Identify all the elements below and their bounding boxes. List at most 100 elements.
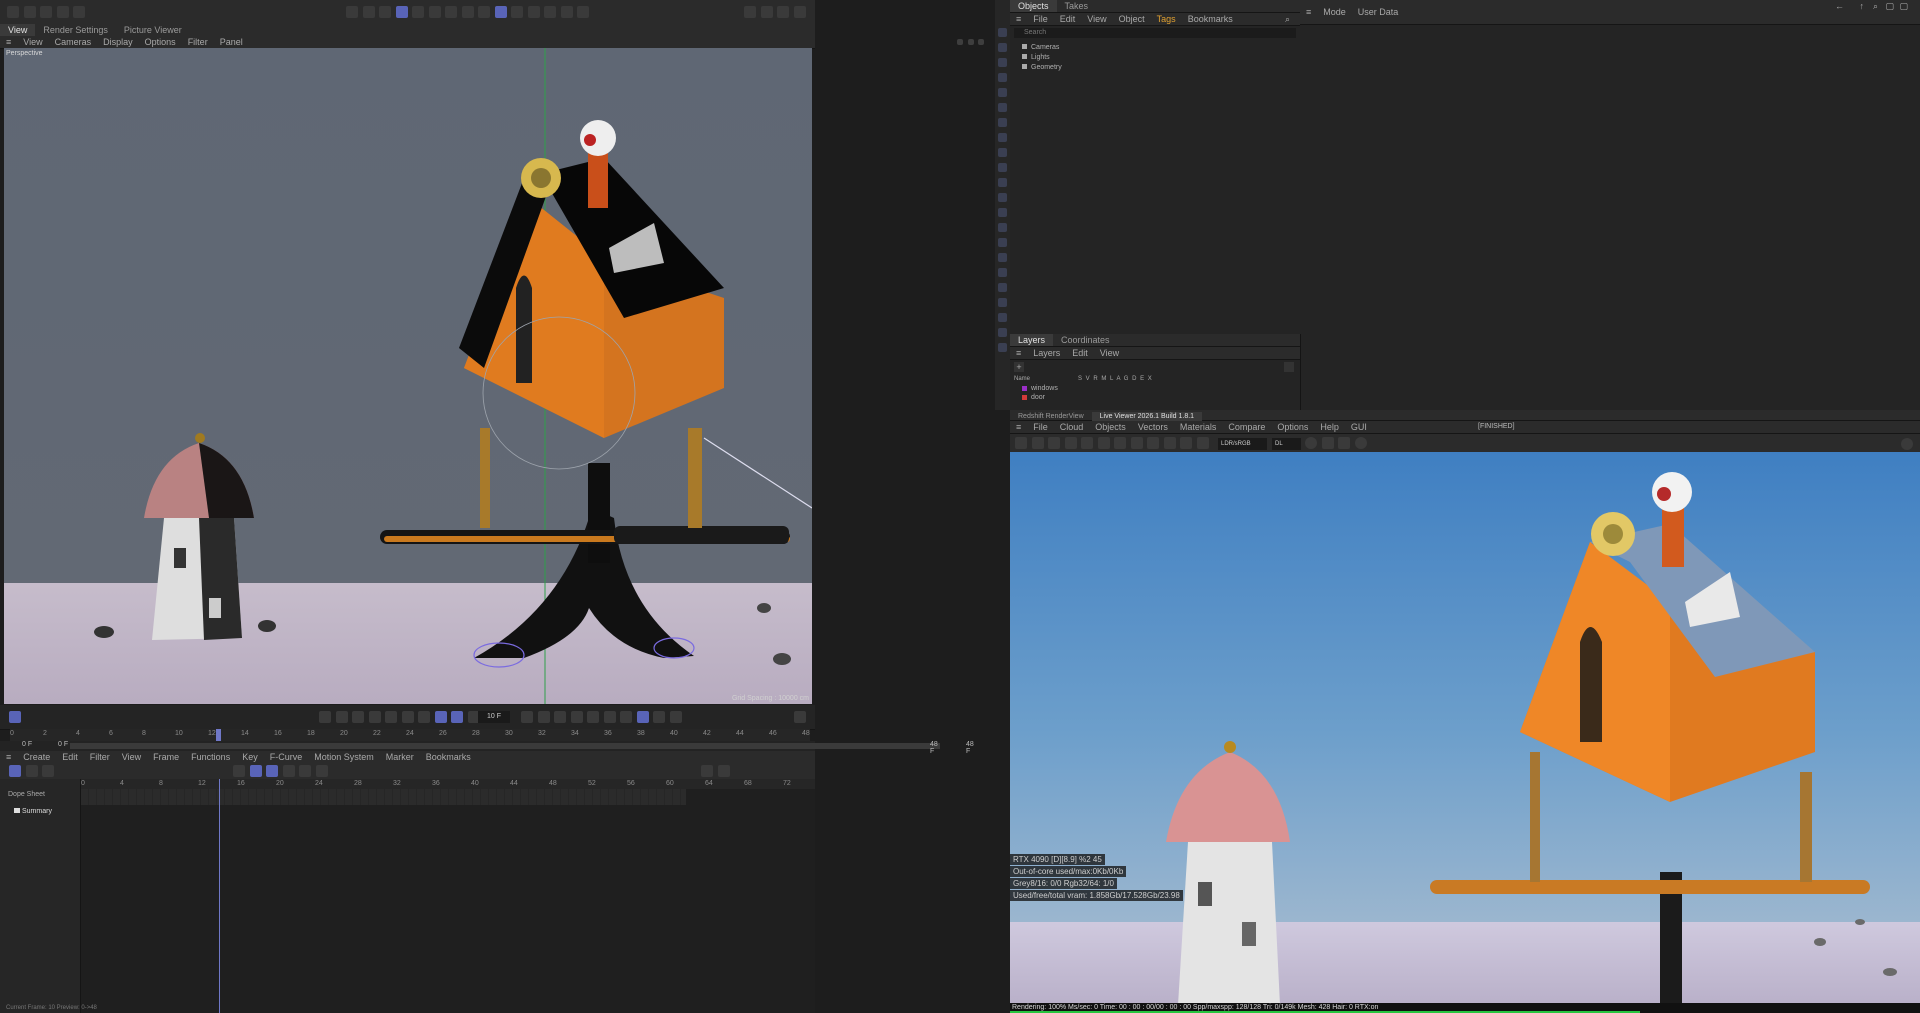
objects-menu-object[interactable]: Object xyxy=(1113,13,1151,25)
select-icon[interactable] xyxy=(998,28,1007,37)
dopesheet-grid[interactable] xyxy=(81,779,815,1013)
viewport-menu-display[interactable]: Display xyxy=(97,36,139,48)
sync-icon[interactable] xyxy=(794,6,806,18)
render-focus-icon[interactable] xyxy=(1196,437,1209,449)
extrude-icon[interactable] xyxy=(998,193,1007,202)
viewport-menu-options[interactable]: Options xyxy=(139,36,182,48)
texture-mode-icon[interactable] xyxy=(445,6,458,18)
points-mode-icon[interactable] xyxy=(362,6,375,18)
record-icon[interactable] xyxy=(537,711,550,723)
current-frame-field[interactable]: 10 F xyxy=(478,711,510,723)
dopesheet-mode-icon[interactable] xyxy=(9,765,21,777)
dopesheet-menu-view[interactable]: View xyxy=(116,751,147,763)
track-icon[interactable] xyxy=(249,765,262,777)
sphere-icon[interactable] xyxy=(233,765,245,777)
bevel-icon[interactable] xyxy=(998,253,1007,262)
key-rotation-icon[interactable] xyxy=(570,711,583,723)
render-channels-icon[interactable] xyxy=(1163,437,1176,449)
viewport-menu-filter[interactable]: Filter xyxy=(182,36,214,48)
trash-icon[interactable] xyxy=(1284,362,1294,372)
render-menu-gui[interactable]: GUI xyxy=(1345,421,1373,433)
key-param-icon[interactable] xyxy=(603,711,616,723)
render-refresh-icon[interactable] xyxy=(1031,437,1044,449)
key-pla-icon[interactable] xyxy=(620,711,633,723)
render-pause-icon[interactable] xyxy=(1048,437,1061,449)
edges-mode-icon[interactable] xyxy=(379,6,392,18)
sculpt-icon[interactable] xyxy=(998,238,1007,247)
tab-objects[interactable]: Objects xyxy=(1010,0,1057,12)
render-picture-viewer-icon[interactable] xyxy=(544,6,557,18)
objects-menu-tags[interactable]: Tags xyxy=(1151,13,1182,25)
objects-menu-bookmarks[interactable]: Bookmarks xyxy=(1182,13,1239,25)
fps-icon[interactable] xyxy=(669,711,682,723)
dopesheet-menu-key[interactable]: Key xyxy=(236,751,264,763)
model-mode-icon[interactable] xyxy=(346,6,358,18)
tab-view[interactable]: View xyxy=(0,24,36,36)
render-menu-options[interactable]: Options xyxy=(1271,421,1314,433)
dopesheet-playhead[interactable] xyxy=(219,779,220,1013)
render-menu-compare[interactable]: Compare xyxy=(1222,421,1271,433)
render-menu-cloud[interactable]: Cloud xyxy=(1054,421,1090,433)
render-settings-icon[interactable] xyxy=(560,6,573,18)
redshift-icon[interactable] xyxy=(577,6,590,18)
start-frame-field[interactable]: 0 F xyxy=(22,741,32,748)
light-icon[interactable] xyxy=(998,88,1007,97)
render-menu-file[interactable]: File xyxy=(1027,421,1054,433)
paint-icon[interactable] xyxy=(998,148,1007,157)
gamma-icon[interactable] xyxy=(1354,437,1367,449)
objects-menu-view[interactable]: View xyxy=(1081,13,1112,25)
layout-icon[interactable] xyxy=(744,6,757,18)
rotate-icon[interactable] xyxy=(998,58,1007,67)
dopesheet-menu-marker[interactable]: Marker xyxy=(380,751,420,763)
object-row-lights[interactable]: Lights xyxy=(1022,53,1300,63)
measure-icon[interactable] xyxy=(998,208,1007,217)
dopesheet-menu-motion-system[interactable]: Motion System xyxy=(308,751,380,763)
layers-menu-view[interactable]: View xyxy=(1094,347,1125,359)
spline-icon[interactable] xyxy=(998,133,1007,142)
layers-menu-edit[interactable]: Edit xyxy=(1066,347,1094,359)
autokey-icon[interactable] xyxy=(521,711,533,723)
generator-icon[interactable] xyxy=(998,103,1007,112)
render-region-icon[interactable] xyxy=(1064,437,1077,449)
layer-color-swatch[interactable] xyxy=(1022,385,1027,391)
layers-menu-layers[interactable]: Layers xyxy=(1027,347,1066,359)
null-tool-icon[interactable] xyxy=(998,298,1007,307)
add-layer-button[interactable]: + xyxy=(1014,362,1024,372)
new-panel-icon[interactable]: ▢ xyxy=(1893,0,1914,12)
render-snapshot-icon[interactable] xyxy=(1130,437,1143,449)
timeline-ruler[interactable]: 0 2 4 6 8 10 12 14 16 18 20 22 24 26 28 30 32 34 36 38 40 42 4… xyxy=(10,729,810,741)
object-row-cameras[interactable]: Cameras xyxy=(1022,43,1300,53)
dopesheet-menu-functions[interactable]: Functions xyxy=(185,751,236,763)
attributes-menu-mode[interactable]: Mode xyxy=(1317,6,1352,18)
brush-icon[interactable] xyxy=(998,178,1007,187)
marker-icon[interactable] xyxy=(701,765,713,777)
previous-frame-icon[interactable] xyxy=(352,711,365,723)
timeline-mode-icon[interactable] xyxy=(9,711,21,723)
knife-icon[interactable] xyxy=(998,163,1007,172)
next-key-icon[interactable] xyxy=(401,711,414,723)
preview-end-field[interactable]: 48 F xyxy=(930,741,938,755)
render-bucket-icon[interactable] xyxy=(1147,437,1160,449)
move-view-icon[interactable] xyxy=(957,39,963,45)
link-view-icon[interactable] xyxy=(282,765,295,777)
end-frame-field[interactable]: 48 F xyxy=(966,741,974,755)
viewport-menu-cameras[interactable]: Cameras xyxy=(49,36,98,48)
objects-search-input[interactable]: Search xyxy=(1014,28,1296,38)
playback-range-icon[interactable] xyxy=(451,711,464,723)
axis-mode-icon[interactable] xyxy=(428,6,441,18)
uv-mode-icon[interactable] xyxy=(412,6,425,18)
render-menu-vectors[interactable]: Vectors xyxy=(1132,421,1174,433)
tab-render-settings[interactable]: Render Settings xyxy=(35,24,116,36)
viewport-menu-panel[interactable]: Panel xyxy=(214,36,249,48)
render-lock-icon[interactable] xyxy=(1097,437,1110,449)
frame-all-icon[interactable] xyxy=(299,765,312,777)
tab-takes[interactable]: Takes xyxy=(1057,0,1097,12)
tab-layers[interactable]: Layers xyxy=(1010,334,1054,346)
dopesheet-ruler[interactable]: 0 4 8 12 16 20 24 28 32 36 40 44 48 52 56 60 64 68 72 xyxy=(81,779,815,789)
workplane-icon[interactable] xyxy=(494,6,507,18)
render-menu-materials[interactable]: Materials xyxy=(1174,421,1223,433)
render-stop-icon[interactable] xyxy=(1015,437,1027,449)
render-menu-help[interactable]: Help xyxy=(1314,421,1345,433)
deformer-icon[interactable] xyxy=(998,118,1007,127)
field-icon[interactable] xyxy=(998,313,1007,322)
